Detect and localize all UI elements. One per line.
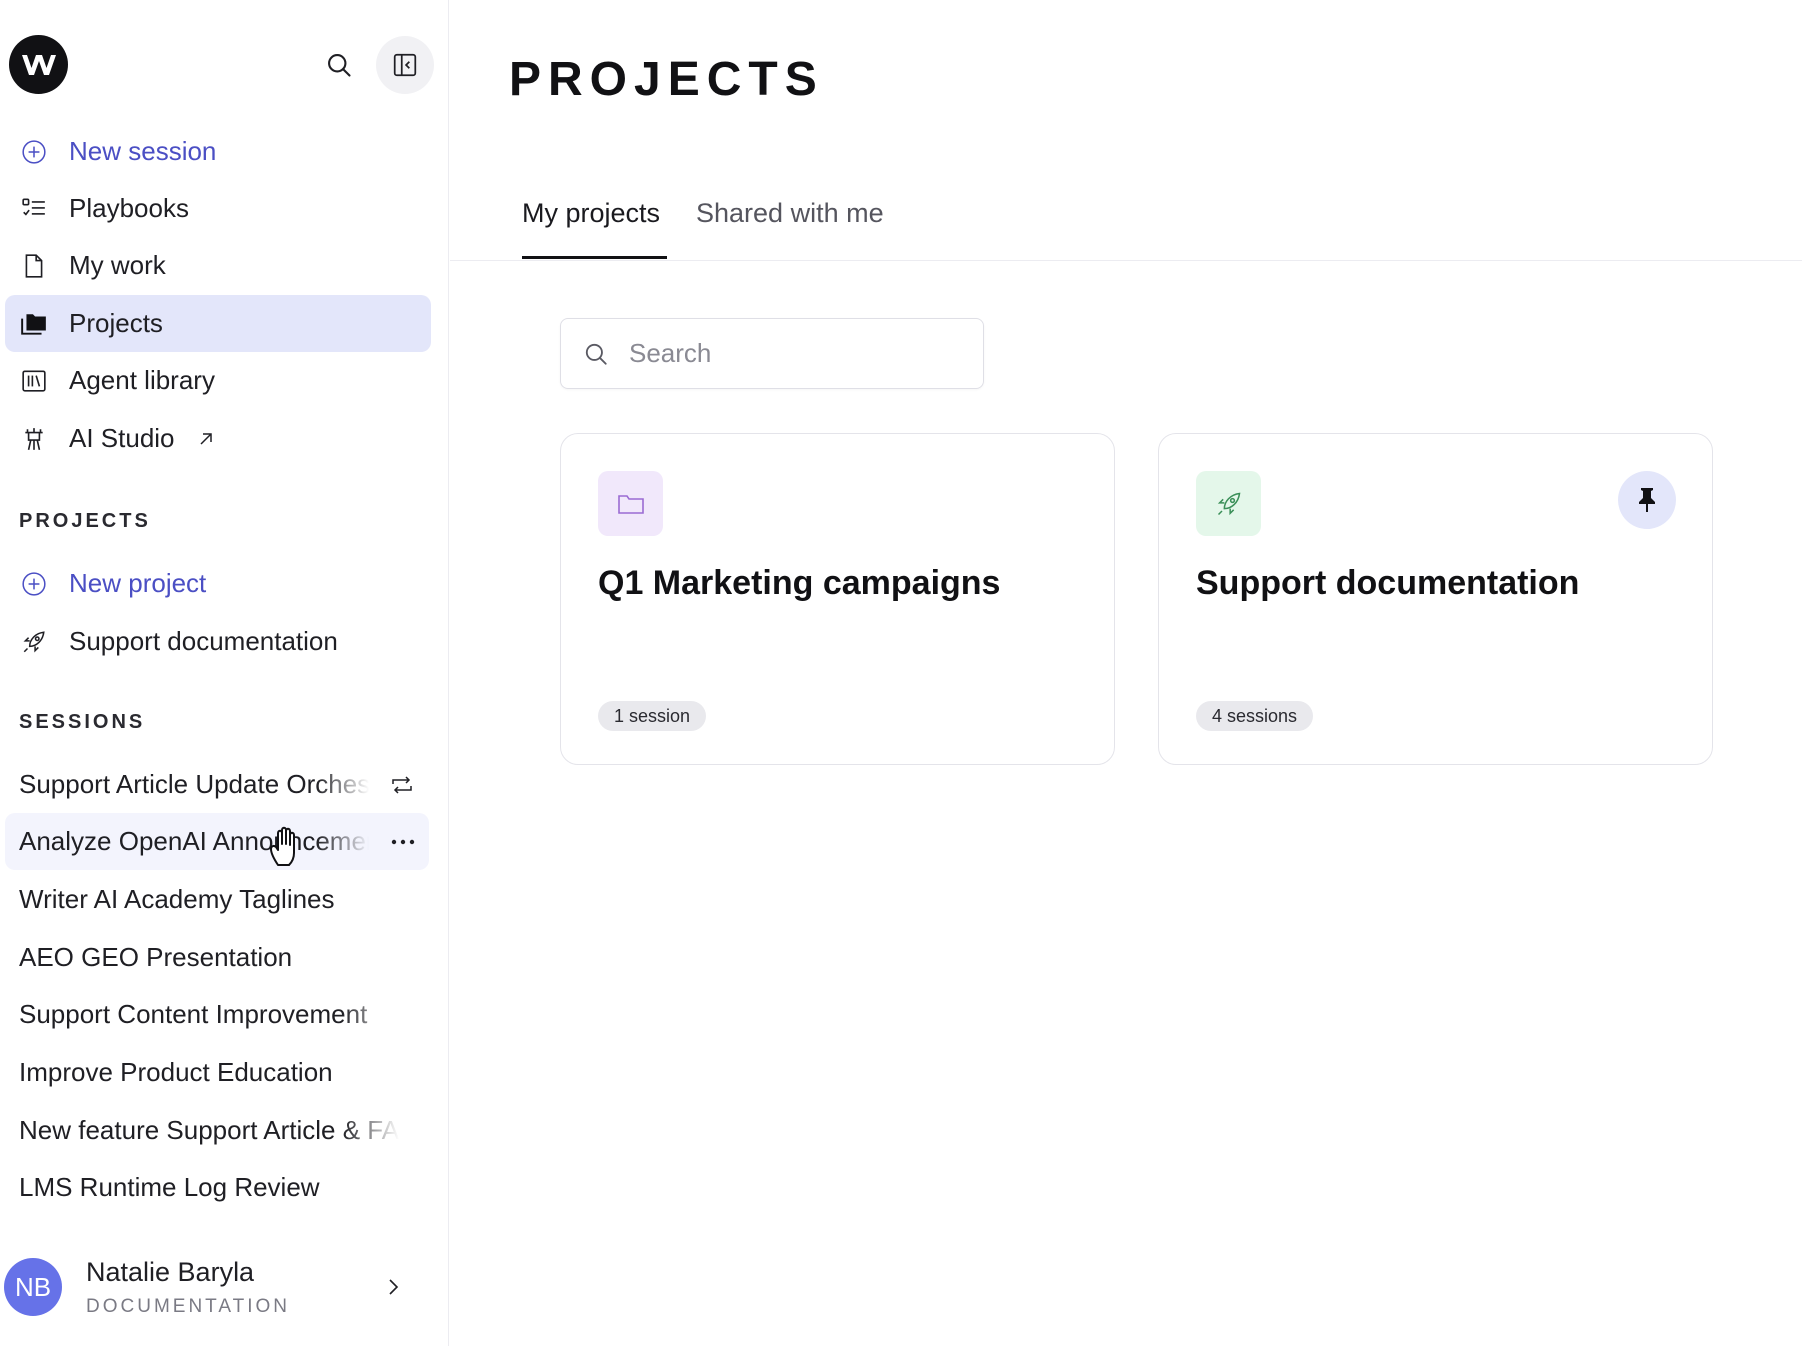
session-item[interactable]: Analyze OpenAI Announcement [5, 813, 429, 870]
plus-circle-icon [19, 137, 49, 167]
rocket-icon [19, 627, 49, 657]
projects-section-heading: PROJECTS [19, 510, 151, 532]
nav-label: Playbooks [69, 193, 189, 223]
user-name: Natalie Baryla [86, 1256, 255, 1287]
sidebar: New session Playbooks My work Projects A… [0, 0, 449, 1346]
user-profile-button[interactable]: NB Natalie Baryla DOCUMENTATION [4, 1252, 424, 1322]
folder-icon [598, 471, 663, 536]
pin-icon [1639, 488, 1655, 512]
project-card-title: Q1 Marketing campaigns [598, 564, 1001, 602]
tab-my-projects[interactable]: My projects [522, 198, 660, 229]
avatar: NB [4, 1258, 62, 1316]
session-label: LMS Runtime Log Review [19, 1172, 320, 1202]
sidebar-project-support-documentation[interactable]: Support documentation [5, 613, 431, 670]
project-card-title: Support documentation [1196, 564, 1580, 602]
collapse-sidebar-button[interactable] [376, 36, 434, 94]
nav-item-ai-studio[interactable]: AI Studio [5, 410, 431, 467]
more-icon[interactable] [391, 813, 415, 870]
session-count-badge: 4 sessions [1196, 701, 1314, 731]
session-label: Analyze OpenAI Announcement [19, 826, 369, 856]
user-text: Natalie Baryla DOCUMENTATION [86, 1257, 290, 1318]
session-label: AEO GEO Presentation [19, 942, 293, 972]
logo-w-icon [21, 54, 56, 75]
studio-icon [19, 424, 49, 454]
search-input[interactable] [629, 338, 959, 369]
document-icon [19, 251, 49, 281]
folder-stack-icon [19, 309, 49, 339]
session-label: Writer AI Academy Taglines [19, 884, 335, 914]
page-title: PROJECTS [509, 53, 824, 106]
project-card[interactable]: Q1 Marketing campaigns 1 session [560, 433, 1115, 765]
rocket-icon [1196, 471, 1261, 536]
nav-label: New project [69, 568, 207, 598]
nav-item-agent-library[interactable]: Agent library [5, 352, 431, 409]
nav-label: Agent library [69, 365, 215, 395]
session-count-badge: 1 session [598, 701, 707, 731]
session-item[interactable]: AEO GEO Presentation [5, 929, 429, 986]
project-card[interactable]: Support documentation 4 sessions [1158, 433, 1713, 765]
session-item[interactable]: Writer AI Academy Taglines [5, 871, 429, 928]
session-label: Support Article Update Orchestration [19, 769, 369, 799]
session-item[interactable]: New feature Support Article & FAQ [5, 1102, 429, 1159]
session-item[interactable]: LMS Runtime Log Review [5, 1159, 429, 1216]
repeat-icon[interactable] [389, 756, 415, 813]
tab-shared-with-me[interactable]: Shared with me [696, 198, 884, 229]
session-item[interactable]: Support Article Update Orchestration [5, 756, 429, 813]
session-label: Improve Product Education [19, 1057, 333, 1087]
library-icon [19, 366, 49, 396]
session-label: Support Content Improvement [19, 999, 368, 1029]
nav-label: New session [69, 136, 217, 166]
nav-label: Support documentation [69, 626, 338, 656]
unpin-button[interactable] [1618, 471, 1676, 529]
nav-item-my-work[interactable]: My work [5, 237, 431, 294]
search-icon [328, 54, 351, 77]
search-button[interactable] [310, 36, 368, 94]
plus-circle-icon [19, 569, 49, 599]
hand-cursor-icon [268, 825, 304, 872]
sidebar-collapse-icon [393, 53, 417, 77]
new-session-button[interactable]: New session [5, 123, 431, 180]
writer-logo[interactable] [9, 35, 68, 94]
sessions-section-heading: SESSIONS [19, 711, 146, 733]
nav-item-projects[interactable]: Projects [5, 295, 431, 352]
external-link-icon [197, 430, 215, 448]
new-project-button[interactable]: New project [5, 555, 431, 612]
nav-item-playbooks[interactable]: Playbooks [5, 180, 431, 237]
project-search[interactable] [560, 318, 984, 389]
checklist-icon [19, 194, 49, 224]
nav-label: Projects [69, 308, 163, 338]
nav-label: AI Studio [69, 423, 175, 453]
active-tab-indicator [522, 256, 667, 259]
nav-label: My work [69, 250, 166, 280]
session-label: New feature Support Article & FAQ [19, 1115, 399, 1145]
session-item[interactable]: Improve Product Education [5, 1044, 429, 1101]
user-org: DOCUMENTATION [86, 1295, 291, 1317]
search-icon [585, 343, 607, 365]
session-item[interactable]: Support Content Improvement [5, 986, 429, 1043]
chevron-right-icon [386, 1274, 402, 1305]
